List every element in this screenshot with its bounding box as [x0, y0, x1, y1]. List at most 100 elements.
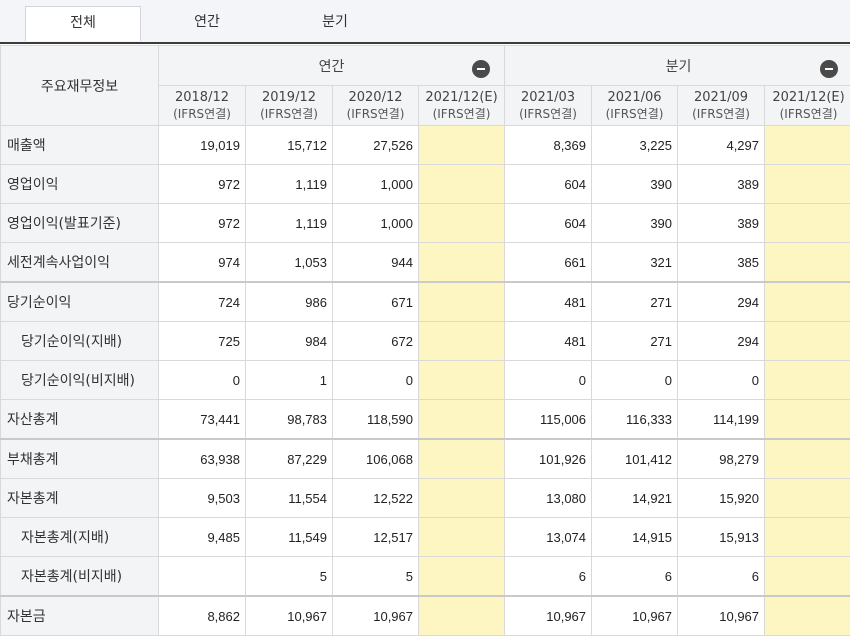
group-header-annual: 연간: [159, 46, 505, 86]
value-cell: 974: [159, 243, 246, 283]
value-cell: 671: [333, 282, 419, 322]
value-cell: 604: [505, 204, 592, 243]
estimate-cell: [765, 439, 850, 479]
value-cell: 1,119: [246, 204, 333, 243]
value-cell: 101,412: [592, 439, 678, 479]
estimate-cell: [419, 243, 505, 283]
value-cell: 481: [505, 282, 592, 322]
value-cell: 6: [678, 557, 765, 597]
value-cell: 118,590: [333, 400, 419, 440]
value-cell: 972: [159, 204, 246, 243]
estimate-cell: [419, 439, 505, 479]
row-label: 자본총계(지배): [1, 518, 159, 557]
table-row: 자산총계73,44198,783118,590 115,006116,333114…: [1, 400, 850, 440]
value-cell: 10,967: [678, 596, 765, 636]
estimate-cell: [765, 243, 850, 283]
value-cell: 116,333: [592, 400, 678, 440]
estimate-cell: [765, 204, 850, 243]
row-label: 영업이익: [1, 165, 159, 204]
table-row: 영업이익9721,1191,000604390389: [1, 165, 850, 204]
group-label-annual: 연간: [319, 56, 345, 76]
estimate-cell: [419, 282, 505, 322]
estimate-cell: [765, 400, 850, 440]
row-label: 세전계속사업이익: [1, 243, 159, 283]
period-basis: (IFRS연결): [246, 106, 332, 122]
row-label: 당기순이익(지배): [1, 322, 159, 361]
value-cell: 10,967: [246, 596, 333, 636]
value-cell: 114,199: [678, 400, 765, 440]
value-cell: 5: [246, 557, 333, 597]
table-row: 자본총계(지배)9,48511,54912,51713,07414,91515,…: [1, 518, 850, 557]
period-header: 2021/09(IFRS연결): [678, 86, 765, 126]
value-cell: 13,080: [505, 479, 592, 518]
value-cell: 390: [592, 165, 678, 204]
value-cell: 15,920: [678, 479, 765, 518]
value-cell: 661: [505, 243, 592, 283]
value-cell: 1,000: [333, 204, 419, 243]
value-cell: 98,783: [246, 400, 333, 440]
value-cell: 8,862: [159, 596, 246, 636]
row-label: 당기순이익(비지배): [1, 361, 159, 400]
estimate-cell: [765, 479, 850, 518]
value-cell: 604: [505, 165, 592, 204]
value-cell: 725: [159, 322, 246, 361]
value-cell: 10,967: [333, 596, 419, 636]
estimate-cell: [419, 596, 505, 636]
value-cell: 271: [592, 322, 678, 361]
value-cell: 87,229: [246, 439, 333, 479]
value-cell: 1: [246, 361, 333, 400]
row-label: 자산총계: [1, 400, 159, 440]
value-cell: 0: [159, 361, 246, 400]
tab-annual[interactable]: 연간: [150, 6, 264, 40]
value-cell: 944: [333, 243, 419, 283]
estimate-cell: [419, 322, 505, 361]
value-cell: 385: [678, 243, 765, 283]
group-label-quarterly: 분기: [666, 56, 692, 76]
table-row: 매출액19,01915,71227,5268,3693,2254,297: [1, 126, 850, 165]
estimate-cell: [765, 361, 850, 400]
value-cell: 8,369: [505, 126, 592, 165]
period-header: 2020/12(IFRS연결): [333, 86, 419, 126]
period-date: 2021/06: [592, 90, 677, 106]
value-cell: 15,712: [246, 126, 333, 165]
estimate-cell: [765, 557, 850, 597]
value-cell: 1,053: [246, 243, 333, 283]
tab-quarterly[interactable]: 분기: [278, 6, 392, 40]
row-label: 부채총계: [1, 439, 159, 479]
estimate-cell: [419, 361, 505, 400]
value-cell: 115,006: [505, 400, 592, 440]
table-row: 자본금8,86210,96710,96710,96710,96710,967: [1, 596, 850, 636]
estimate-cell: [419, 165, 505, 204]
estimate-cell: [765, 596, 850, 636]
value-cell: 11,549: [246, 518, 333, 557]
period-header: 2019/12(IFRS연결): [246, 86, 333, 126]
value-cell: 4,297: [678, 126, 765, 165]
period-date: 2021/12(E): [419, 90, 504, 106]
value-cell: 294: [678, 282, 765, 322]
value-cell: 63,938: [159, 439, 246, 479]
value-cell: 6: [592, 557, 678, 597]
value-cell: 389: [678, 165, 765, 204]
period-date: 2018/12: [159, 90, 245, 106]
table-row: 세전계속사업이익9741,053944 661321385: [1, 243, 850, 283]
table-row: 자본총계(비지배)55666: [1, 557, 850, 597]
table-row: 당기순이익724986671481271294: [1, 282, 850, 322]
value-cell: 27,526: [333, 126, 419, 165]
table-row: 당기순이익(비지배)010000: [1, 361, 850, 400]
collapse-annual-icon[interactable]: [472, 60, 490, 78]
row-label: 자본총계(비지배): [1, 557, 159, 597]
value-cell: 321: [592, 243, 678, 283]
corner-label: 주요재무정보: [1, 46, 159, 126]
period-date: 2019/12: [246, 90, 332, 106]
value-cell: 73,441: [159, 400, 246, 440]
value-cell: 0: [592, 361, 678, 400]
value-cell: 0: [678, 361, 765, 400]
value-cell: 13,074: [505, 518, 592, 557]
tab-all[interactable]: 전체: [25, 6, 141, 41]
group-header-quarterly: 분기: [505, 46, 850, 86]
value-cell: 984: [246, 322, 333, 361]
collapse-quarterly-icon[interactable]: [820, 60, 838, 78]
value-cell: 19,019: [159, 126, 246, 165]
value-cell: 1,119: [246, 165, 333, 204]
table-row: 부채총계63,93887,229106,068101,926101,41298,…: [1, 439, 850, 479]
